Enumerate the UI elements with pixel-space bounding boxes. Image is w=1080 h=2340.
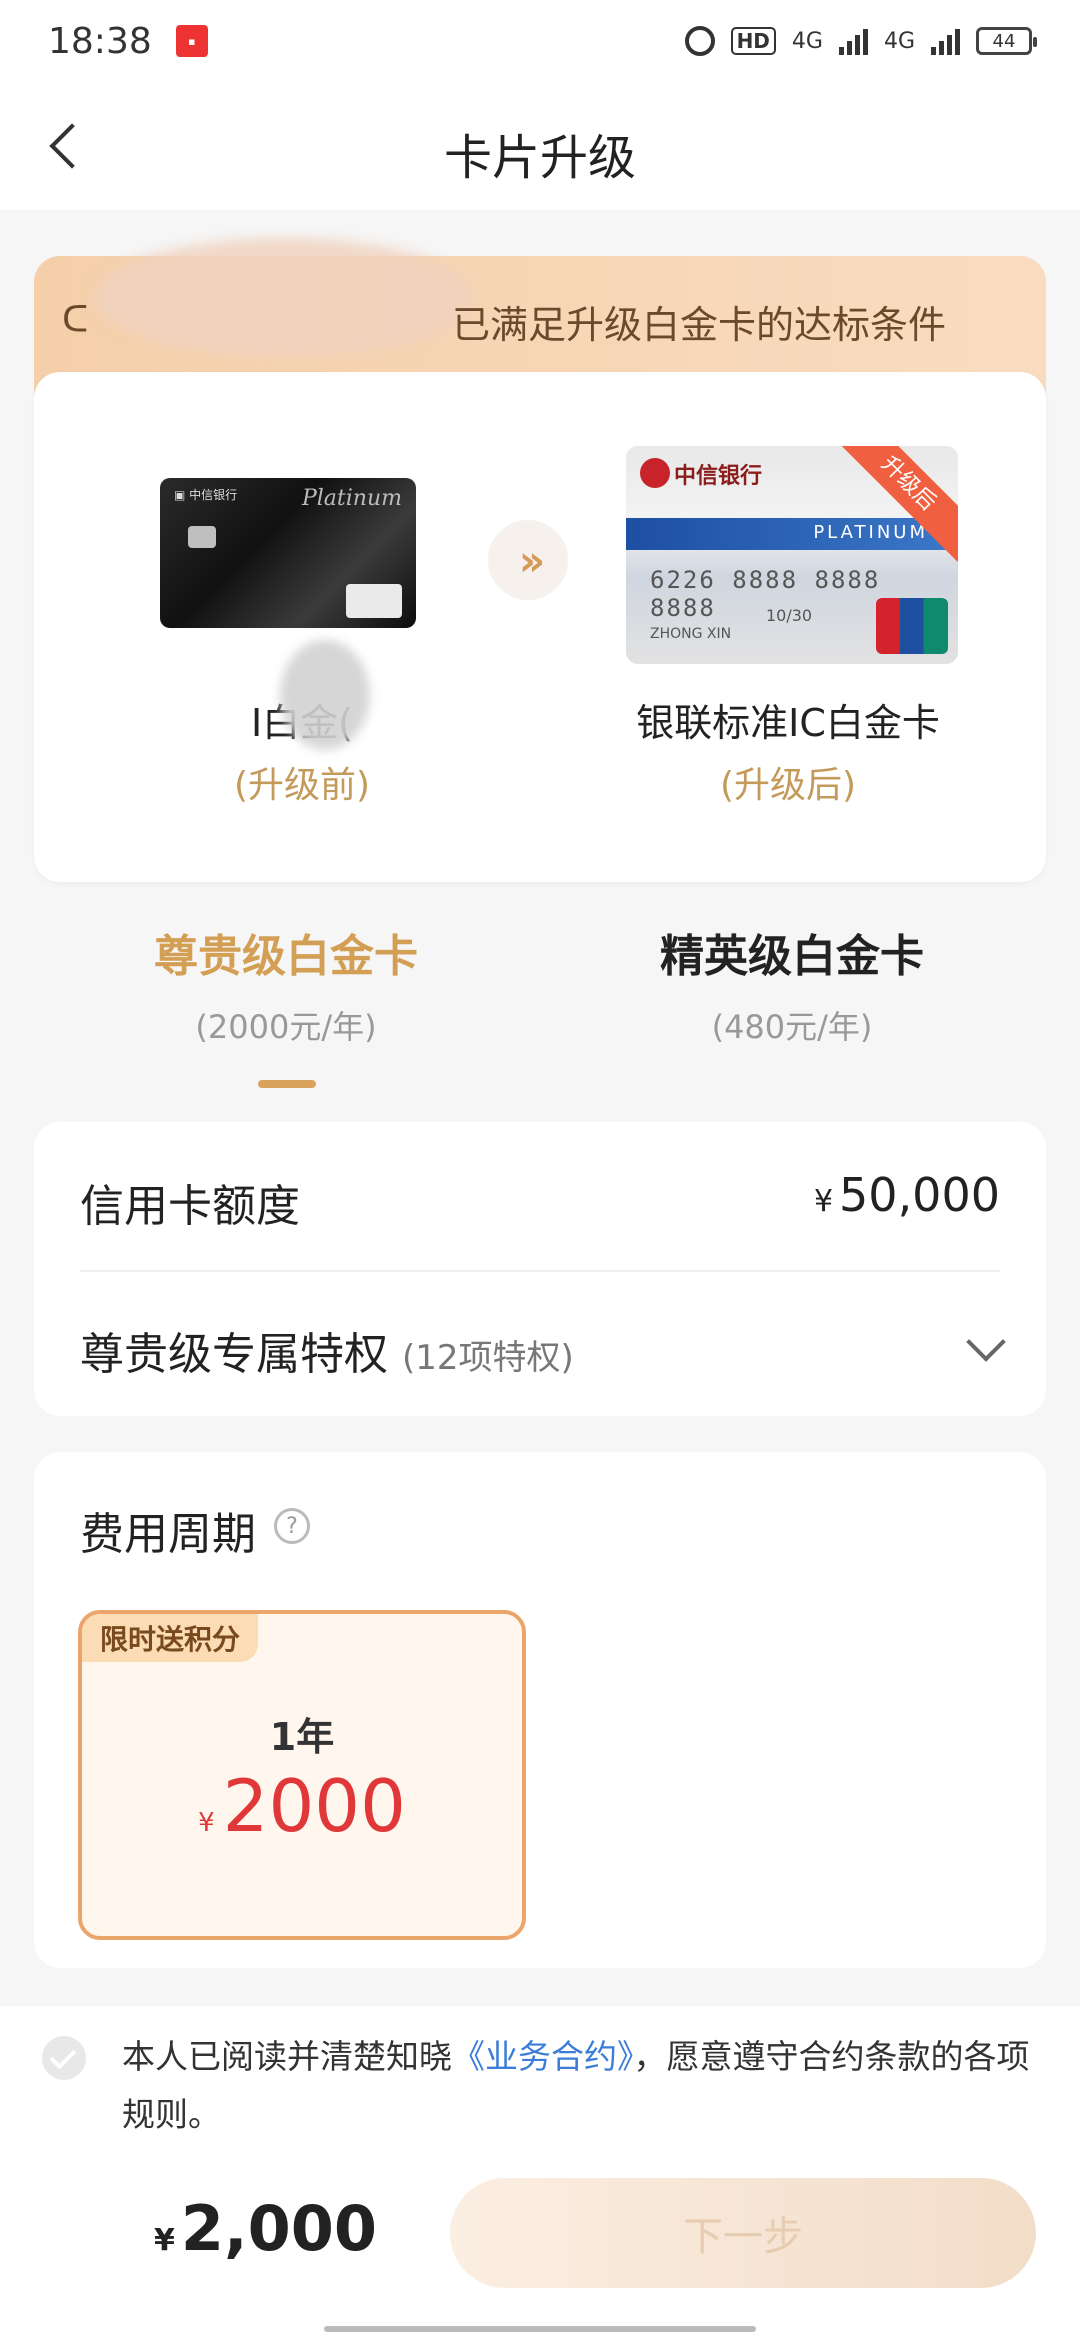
fee-period-label: 费用周期	[80, 1509, 256, 1560]
unionpay-logo	[346, 584, 402, 618]
new-card-subtitle: (升级后)	[719, 765, 857, 806]
new-card-bank: 中信银行	[674, 464, 763, 489]
fee-option-amount: 2000	[222, 1764, 406, 1848]
tab-fee: (2000元/年)	[195, 1008, 377, 1046]
page-title: 卡片升级	[443, 130, 636, 186]
unionpay-logo	[876, 598, 948, 654]
credit-limit-card: 信用卡额度 ¥50,000 尊贵级专属特权 (12项特权)	[34, 1122, 1046, 1416]
tab-elite-platinum[interactable]: 精英级白金卡 (480元/年)	[552, 920, 1032, 1048]
tab-title: 精英级白金卡	[660, 931, 924, 982]
hd-icon: HD	[730, 27, 776, 55]
old-card-subtitle: (升级前)	[233, 765, 371, 806]
next-step-button[interactable]: 下一步	[450, 2178, 1036, 2288]
app-notification-icon: ▪	[175, 25, 208, 57]
total-value: 2,000	[180, 2192, 377, 2265]
network-type-1: 4G	[791, 28, 823, 54]
agreement-prefix: 本人已阅读并清楚知晓	[122, 2037, 452, 2076]
old-card-bank: ▣ 中信银行	[174, 488, 238, 502]
help-icon[interactable]: ?	[274, 1508, 310, 1544]
tab-fee: (480元/年)	[711, 1008, 873, 1046]
currency-symbol: ¥	[813, 1184, 834, 1219]
battery-icon: 44	[976, 27, 1037, 55]
alarm-icon	[684, 26, 715, 56]
divider	[80, 1270, 1000, 1272]
signal-icon	[838, 27, 868, 55]
home-indicator[interactable]	[324, 2326, 756, 2332]
double-chevron-right-icon: ››	[488, 520, 568, 600]
chip-icon	[188, 526, 216, 548]
upgrade-card: ▣ 中信银行 Platinum ›› 中信银行 PLATINUM 6226 88…	[34, 372, 1046, 882]
agreement-text: 本人已阅读并清楚知晓《业务合约》，愿意遵守合约条款的各项规则。	[122, 2028, 1042, 2144]
old-card-image: ▣ 中信银行 Platinum	[160, 478, 416, 628]
card-holder: ZHONG XIN	[650, 626, 732, 642]
card-stripe: PLATINUM	[626, 518, 958, 550]
new-card-name: 银联标准IC白金卡	[636, 701, 940, 745]
banner-icon: ᑕ	[62, 300, 89, 341]
credit-limit-value: ¥50,000	[814, 1168, 1000, 1222]
card-expiry: 10/30	[766, 606, 813, 625]
privileges-row[interactable]: 尊贵级专属特权 (12项特权)	[80, 1318, 574, 1382]
fee-option-1-year[interactable]: 限时送积分 1年 ¥2000	[78, 1610, 526, 1940]
fee-period-card: 费用周期 ? 限时送积分 1年 ¥2000	[34, 1452, 1046, 1968]
status-time: 18:38	[48, 20, 152, 62]
privileges-label: 尊贵级专属特权	[80, 1329, 388, 1380]
credit-limit-amount: 50,000	[839, 1168, 1000, 1222]
agreement-link[interactable]: 《业务合约》	[452, 2037, 634, 2076]
tab-indicator	[258, 1080, 316, 1088]
network-type-2: 4G	[883, 28, 915, 54]
credit-limit-label: 信用卡额度	[80, 1181, 300, 1232]
currency-symbol: ¥	[198, 1808, 215, 1838]
banner-text: 已满足升级白金卡的达标条件	[451, 303, 946, 347]
total-amount: ¥2,000	[154, 2192, 377, 2265]
card-stripe-label: PLATINUM	[813, 522, 928, 543]
status-icons: HD 4G 4G 44	[684, 26, 1037, 56]
new-card-image: 中信银行 PLATINUM 6226 8888 8888 8888 10/30 …	[626, 446, 958, 664]
privileges-count: (12项特权)	[402, 1338, 574, 1378]
old-card-platinum: Platinum	[301, 486, 402, 511]
redacted-area	[280, 640, 370, 750]
citic-logo-icon	[640, 458, 670, 488]
bottom-panel: 本人已阅读并清楚知晓《业务合约》，愿意遵守合约条款的各项规则。 ¥2,000 下…	[0, 2006, 1080, 2340]
tab-premium-platinum[interactable]: 尊贵级白金卡 (2000元/年)	[46, 920, 526, 1048]
signal-icon-2	[931, 27, 960, 55]
currency-symbol: ¥	[154, 2223, 175, 2258]
agreement-checkbox[interactable]	[42, 2036, 86, 2080]
chevron-down-icon[interactable]	[966, 1322, 1006, 1362]
status-bar: 18:38 ▪ HD 4G 4G 44	[0, 0, 1080, 82]
promo-badge: 限时送积分	[82, 1614, 259, 1662]
fee-option-price: ¥2000	[82, 1764, 522, 1848]
fee-option-period: 1年	[269, 1715, 335, 1759]
nav-header: 卡片升级	[0, 82, 1080, 210]
tab-title: 尊贵级白金卡	[154, 931, 418, 982]
redacted-area	[94, 238, 474, 358]
